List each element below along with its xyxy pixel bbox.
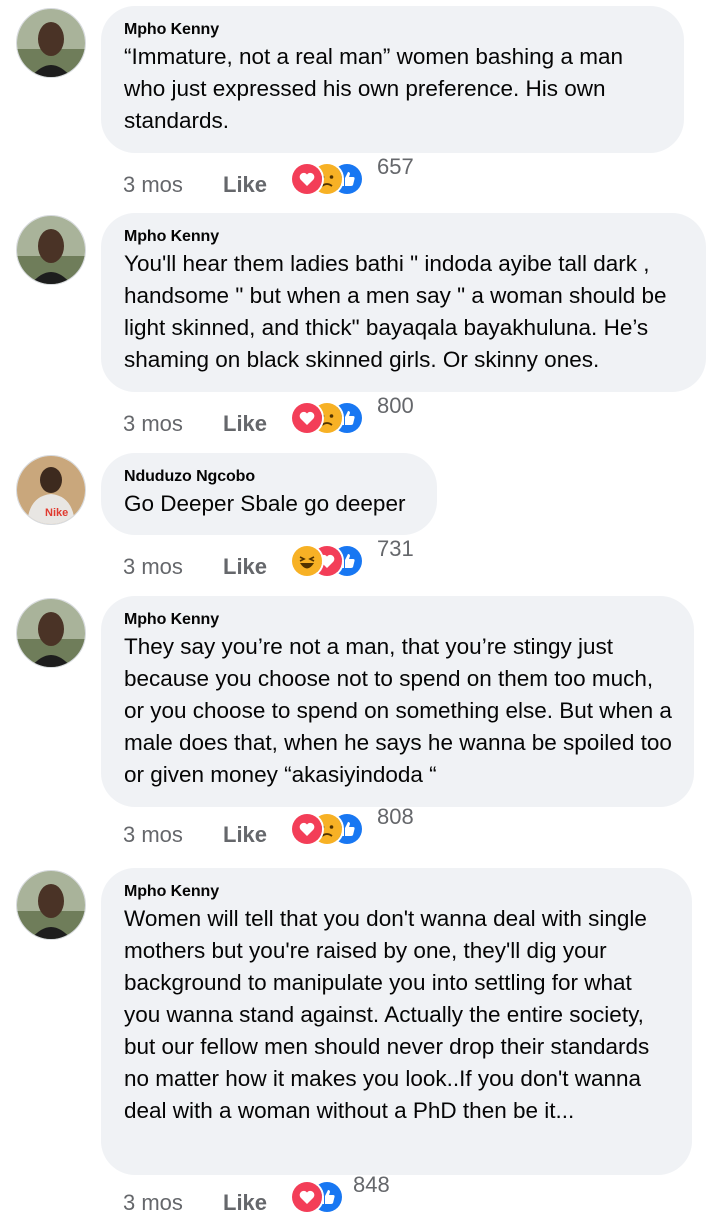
comment-bubble: Mpho Kenny You'll hear them ladies bathi… <box>101 213 706 392</box>
comment-text: “Immature, not a real man” women bashing… <box>124 44 623 133</box>
comment-bubble: Mpho Kenny Women will tell that you don'… <box>101 868 692 1175</box>
comment-actions: 3 mos Like 731 <box>123 536 543 584</box>
avatar-image <box>17 599 85 667</box>
reaction-count: 848 <box>353 1172 390 1197</box>
comment-actions: 3 mos Like 808 <box>123 804 543 852</box>
avatar-image <box>17 216 85 284</box>
reaction-count: 800 <box>377 393 414 418</box>
avatar[interactable] <box>16 8 86 78</box>
comment-text: Women will tell that you don't wanna dea… <box>124 906 650 1123</box>
avatar[interactable] <box>16 598 86 668</box>
like-button[interactable]: Like <box>223 172 267 198</box>
avatar[interactable] <box>16 870 86 940</box>
comment-bubble: Mpho Kenny They say you’re not a man, th… <box>101 596 694 807</box>
like-button[interactable]: Like <box>223 554 267 580</box>
reaction-count: 808 <box>377 804 414 829</box>
like-button[interactable]: Like <box>223 411 267 437</box>
like-button[interactable]: Like <box>223 1190 267 1216</box>
love-icon <box>290 162 324 196</box>
love-icon <box>290 401 324 435</box>
like-button[interactable]: Like <box>223 822 267 848</box>
love-icon <box>290 1180 324 1214</box>
comment-time[interactable]: 3 mos <box>123 172 183 198</box>
love-icon <box>290 812 324 846</box>
reaction-count: 657 <box>377 154 414 179</box>
avatar-image <box>17 9 85 77</box>
comment-actions: 3 mos Like 657 <box>123 154 543 202</box>
comment-author[interactable]: Mpho Kenny <box>124 227 684 247</box>
comment-bubble: Mpho Kenny “Immature, not a real man” wo… <box>101 6 684 153</box>
comment-bubble: Nduduzo Ngcobo Go Deeper Sbale go deeper <box>101 453 437 535</box>
comment-text: You'll hear them ladies bathi " indoda a… <box>124 251 667 372</box>
comment-time[interactable]: 3 mos <box>123 822 183 848</box>
comment-text: They say you’re not a man, that you’re s… <box>124 634 672 787</box>
svg-text:Nike: Nike <box>45 507 68 519</box>
avatar[interactable]: Nike <box>16 455 86 525</box>
haha-icon <box>290 544 324 578</box>
comment-actions: 3 mos Like 848 <box>123 1172 543 1220</box>
comment-text: Go Deeper Sbale go deeper <box>124 491 406 516</box>
comment-time[interactable]: 3 mos <box>123 1190 183 1216</box>
comment-author[interactable]: Mpho Kenny <box>124 20 662 40</box>
comment-author[interactable]: Mpho Kenny <box>124 882 670 902</box>
comment-author[interactable]: Nduduzo Ngcobo <box>124 467 415 487</box>
comment-time[interactable]: 3 mos <box>123 411 183 437</box>
comment-actions: 3 mos Like 800 <box>123 393 543 441</box>
avatar-image <box>17 871 85 939</box>
comment-author[interactable]: Mpho Kenny <box>124 610 672 630</box>
reaction-count: 731 <box>377 536 414 561</box>
avatar[interactable] <box>16 215 86 285</box>
avatar-image: Nike <box>17 456 85 524</box>
comment-time[interactable]: 3 mos <box>123 554 183 580</box>
